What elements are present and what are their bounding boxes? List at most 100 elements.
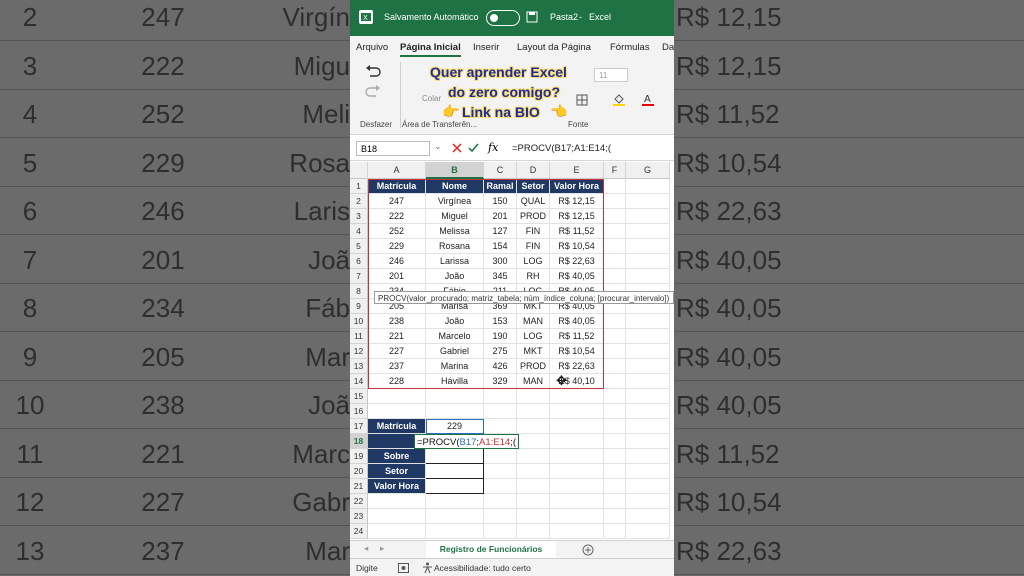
cell[interactable] (626, 374, 670, 389)
active-cell-formula[interactable]: =PROCV(B17;A1:E14;( (414, 434, 520, 449)
cell[interactable] (604, 389, 626, 404)
cell[interactable] (550, 389, 604, 404)
table-cell[interactable]: 275 (484, 344, 517, 359)
cell[interactable] (550, 464, 604, 479)
row-header[interactable]: 18 (350, 434, 368, 449)
table-cell[interactable]: FIN (517, 239, 550, 254)
fill-color-icon[interactable] (612, 92, 626, 106)
cell[interactable] (484, 449, 517, 464)
cell[interactable] (626, 329, 670, 344)
table-cell[interactable]: 127 (484, 224, 517, 239)
table-cell[interactable]: R$ 11,52 (550, 224, 604, 239)
table-header-cell[interactable]: Valor Hora (550, 179, 604, 194)
cell[interactable] (426, 494, 484, 509)
cancel-icon[interactable] (452, 143, 462, 153)
cell[interactable] (426, 509, 484, 524)
table-cell[interactable]: RH (517, 269, 550, 284)
tab-inserir[interactable]: Inserir (473, 42, 499, 53)
cell[interactable] (550, 524, 604, 539)
table-header-cell[interactable]: Nome (426, 179, 484, 194)
table-cell[interactable]: Rosana (426, 239, 484, 254)
table-cell[interactable]: R$ 22,63 (550, 359, 604, 374)
lookup-label-valor-hora[interactable]: Valor Hora (368, 479, 426, 494)
table-cell[interactable]: Virgínea (426, 194, 484, 209)
cell[interactable] (550, 434, 604, 449)
table-cell[interactable]: MAN (517, 314, 550, 329)
table-cell[interactable]: 229 (368, 239, 426, 254)
table-cell[interactable]: 221 (368, 329, 426, 344)
font-color-icon[interactable]: A (642, 92, 654, 106)
row-header[interactable]: 4 (350, 224, 368, 239)
table-cell[interactable]: 345 (484, 269, 517, 284)
table-cell[interactable]: Marcelo (426, 329, 484, 344)
lookup-label-matricula[interactable]: Matrícula (368, 419, 426, 434)
cell[interactable] (626, 179, 670, 194)
table-cell[interactable]: PROD (517, 359, 550, 374)
cell[interactable] (484, 479, 517, 494)
cell[interactable] (517, 494, 550, 509)
cell[interactable] (626, 494, 670, 509)
table-cell[interactable]: 222 (368, 209, 426, 224)
table-cell[interactable]: R$ 10,54 (550, 344, 604, 359)
table-cell[interactable]: 228 (368, 374, 426, 389)
select-all-corner[interactable] (350, 162, 368, 179)
cell[interactable] (626, 479, 670, 494)
table-cell[interactable]: João (426, 314, 484, 329)
row-header[interactable]: 19 (350, 449, 368, 464)
table-cell[interactable]: Gabriel (426, 344, 484, 359)
cell[interactable] (426, 449, 484, 464)
table-cell[interactable]: Hávilla (426, 374, 484, 389)
add-sheet-icon[interactable] (582, 544, 594, 556)
column-header-d[interactable]: D (517, 162, 550, 179)
next-sheet-icon[interactable]: ▸ (380, 543, 384, 554)
cell[interactable] (426, 404, 484, 419)
row-header[interactable]: 6 (350, 254, 368, 269)
cell[interactable] (550, 479, 604, 494)
cell[interactable] (517, 389, 550, 404)
table-header-cell[interactable]: Matrícula (368, 179, 426, 194)
cell[interactable] (426, 479, 484, 494)
cell[interactable] (626, 524, 670, 539)
table-header-cell[interactable]: Setor (517, 179, 550, 194)
row-header[interactable]: 12 (350, 344, 368, 359)
cell[interactable] (368, 494, 426, 509)
row-header[interactable]: 7 (350, 269, 368, 284)
cell[interactable] (604, 329, 626, 344)
table-cell[interactable]: 237 (368, 359, 426, 374)
table-cell[interactable]: Miguel (426, 209, 484, 224)
cell[interactable] (604, 374, 626, 389)
row-header[interactable]: 22 (350, 494, 368, 509)
cell[interactable] (626, 359, 670, 374)
table-cell[interactable]: MKT (517, 344, 550, 359)
cell[interactable] (604, 209, 626, 224)
cell[interactable] (426, 524, 484, 539)
row-header[interactable]: 3 (350, 209, 368, 224)
cell[interactable] (604, 434, 626, 449)
cell[interactable] (626, 344, 670, 359)
cell[interactable] (626, 509, 670, 524)
table-header-cell[interactable]: Ramal (484, 179, 517, 194)
cell[interactable] (626, 434, 670, 449)
table-cell[interactable]: 190 (484, 329, 517, 344)
cell[interactable] (604, 509, 626, 524)
row-header[interactable]: 11 (350, 329, 368, 344)
cell[interactable] (604, 194, 626, 209)
row-header[interactable]: 16 (350, 404, 368, 419)
undo-icon[interactable] (364, 64, 382, 78)
table-cell[interactable]: 153 (484, 314, 517, 329)
cell[interactable] (368, 524, 426, 539)
row-header[interactable]: 23 (350, 509, 368, 524)
cell[interactable] (626, 449, 670, 464)
borders-icon[interactable] (576, 94, 588, 106)
autosave-toggle[interactable] (486, 10, 520, 26)
table-cell[interactable]: R$ 12,15 (550, 209, 604, 224)
cell[interactable] (604, 179, 626, 194)
cell[interactable] (550, 494, 604, 509)
cell[interactable] (550, 449, 604, 464)
lookup-label-sobrenome[interactable]: Sobre (368, 449, 426, 464)
cell[interactable] (604, 404, 626, 419)
table-cell[interactable]: 238 (368, 314, 426, 329)
tab-layout[interactable]: Layout da Página (517, 42, 591, 53)
cell[interactable] (484, 509, 517, 524)
save-icon[interactable] (526, 11, 538, 23)
